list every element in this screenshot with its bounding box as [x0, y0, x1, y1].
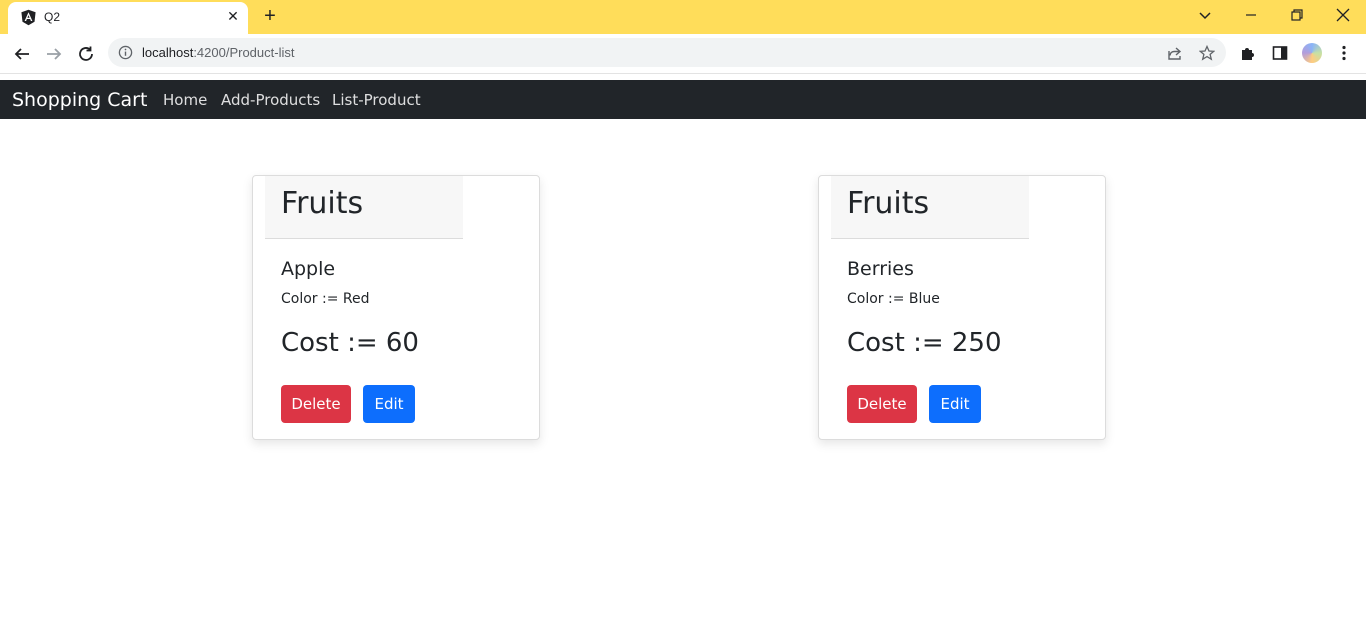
share-icon[interactable]: [1166, 44, 1184, 62]
browser-toolbar: localhost:4200/Product-list: [0, 34, 1366, 74]
product-cost: Cost := 60: [281, 328, 419, 358]
angular-icon: [21, 9, 36, 26]
navbar-brand[interactable]: Shopping Cart: [12, 89, 147, 111]
browser-tab[interactable]: Q2 ✕: [8, 2, 248, 34]
reload-icon[interactable]: [72, 40, 100, 68]
url-path: :4200/Product-list: [193, 45, 295, 60]
side-panel-icon[interactable]: [1269, 42, 1291, 64]
product-category: Fruits: [281, 186, 364, 221]
tab-close-icon[interactable]: ✕: [224, 7, 242, 25]
product-card: Fruits Apple Color := Red Cost := 60 Del…: [252, 175, 540, 440]
browser-tab-strip: Q2 ✕ +: [0, 0, 1366, 34]
delete-button[interactable]: Delete: [281, 385, 351, 423]
nav-link-list-product[interactable]: List-Product: [332, 91, 421, 109]
extensions-icon[interactable]: [1237, 42, 1259, 64]
close-window-icon[interactable]: [1320, 0, 1366, 30]
url-text: localhost:4200/Product-list: [142, 45, 294, 60]
product-card: Fruits Berries Color := Blue Cost := 250…: [818, 175, 1106, 440]
product-name: Apple: [281, 258, 336, 280]
restore-icon[interactable]: [1274, 0, 1320, 30]
edit-button[interactable]: Edit: [929, 385, 981, 423]
nav-link-home[interactable]: Home: [163, 91, 207, 109]
profile-avatar-icon[interactable]: [1301, 42, 1323, 64]
site-info-icon[interactable]: [118, 45, 133, 60]
tab-title: Q2: [44, 10, 61, 24]
back-icon[interactable]: [8, 40, 36, 68]
url-host: localhost: [142, 45, 194, 60]
delete-button[interactable]: Delete: [847, 385, 917, 423]
bookmark-star-icon[interactable]: [1198, 44, 1216, 62]
avatar: [1302, 43, 1322, 63]
forward-icon[interactable]: [40, 40, 68, 68]
card-header: Fruits: [831, 176, 1029, 239]
edit-button[interactable]: Edit: [363, 385, 415, 423]
address-bar[interactable]: localhost:4200/Product-list: [108, 38, 1226, 67]
tab-search-icon[interactable]: [1182, 0, 1228, 30]
product-color: Color := Blue: [847, 291, 940, 307]
product-category: Fruits: [847, 186, 930, 221]
product-cost: Cost := 250: [847, 328, 1002, 358]
menu-kebab-icon[interactable]: [1333, 42, 1355, 64]
nav-link-add-products[interactable]: Add-Products: [221, 91, 320, 109]
product-name: Berries: [847, 258, 914, 280]
minimize-icon[interactable]: [1228, 0, 1274, 30]
card-header: Fruits: [265, 176, 463, 239]
new-tab-icon[interactable]: +: [259, 5, 281, 27]
app-navbar: Shopping Cart Home Add-Products List-Pro…: [0, 80, 1366, 119]
product-color: Color := Red: [281, 291, 370, 307]
